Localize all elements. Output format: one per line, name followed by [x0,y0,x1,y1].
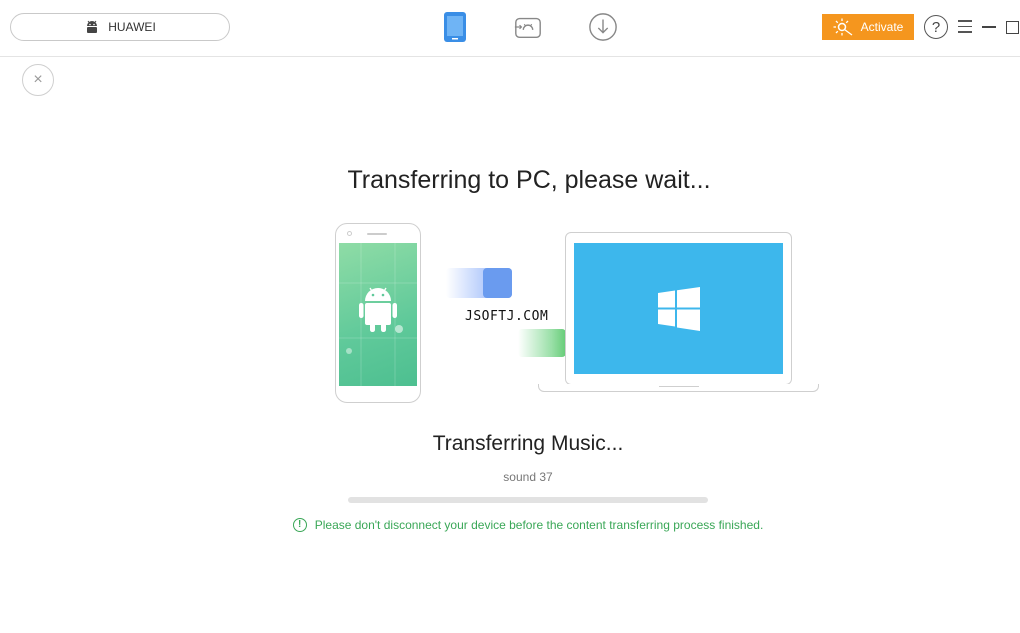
maximize-icon[interactable] [1006,21,1019,34]
minimize-icon[interactable] [982,26,996,28]
menu-icon[interactable] [958,20,972,33]
current-item: sound 37 [503,470,553,484]
transfer-status: Transferring Music... [432,432,624,455]
close-button[interactable]: × [22,64,54,96]
laptop-notch [659,384,699,387]
page-title: Transferring to PC, please wait... [347,166,711,194]
laptop-screen [574,243,783,374]
close-icon: × [33,71,43,88]
warning-text: Please don't disconnect your device befo… [314,518,764,532]
phone-camera [347,231,352,236]
android-mover-icon[interactable] [513,10,543,44]
phone-screen [339,243,417,386]
phone-manager-icon[interactable] [440,10,470,44]
android-robot-icon [359,287,397,332]
phone-speaker [367,233,387,235]
top-bar: HUAWEI Activate ? [0,0,1020,57]
windows-logo-icon [657,286,700,331]
watermark-text: JSOFTJ.COM [465,309,549,324]
sun-key-icon [833,18,853,36]
transfer-flow-green [518,329,566,357]
progress-bar [348,497,708,503]
android-icon [87,20,98,33]
device-selector[interactable]: HUAWEI [10,13,230,41]
download-icon[interactable] [588,10,618,44]
help-icon[interactable]: ? [924,15,948,39]
warning-icon: ! [292,518,307,532]
help-glyph: ? [931,18,941,36]
device-name: HUAWEI [108,20,156,34]
warning-message: ! Please don't disconnect your device be… [0,518,1020,532]
transfer-block-blue [483,268,512,298]
activate-button[interactable]: Activate [822,14,914,40]
activate-label: Activate [860,20,904,34]
